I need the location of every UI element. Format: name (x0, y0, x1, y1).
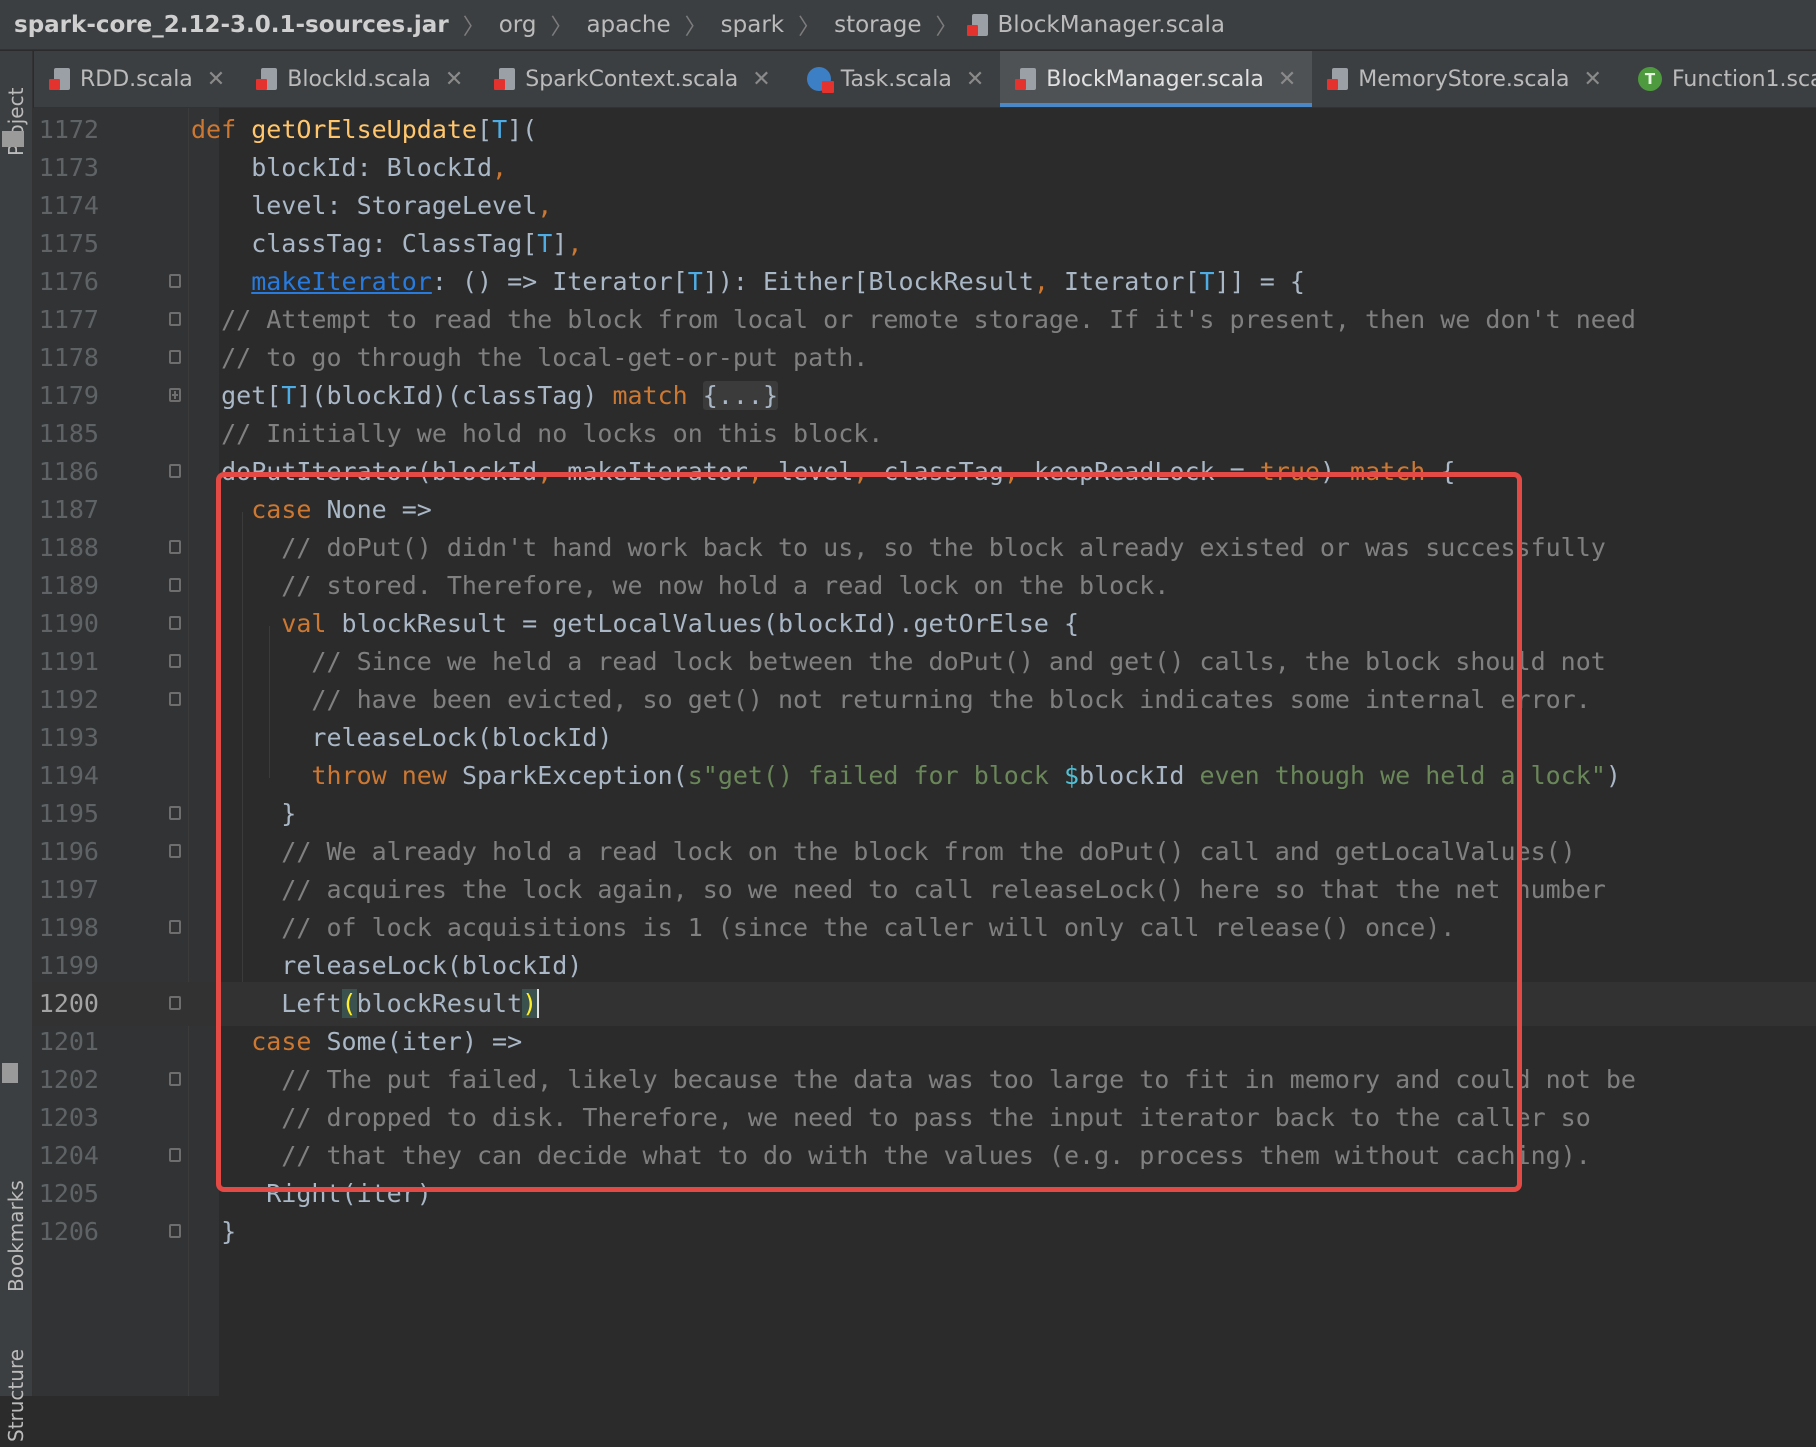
fold-marker-icon[interactable] (169, 692, 181, 706)
breadcrumb-spark[interactable]: spark (721, 12, 784, 38)
scala-file-icon (1015, 68, 1037, 90)
chevron-right-icon: 〉 (462, 14, 485, 40)
scala-file-icon (256, 68, 278, 90)
tab-task-scala[interactable]: Task.scala ✕ (787, 51, 1001, 107)
fold-marker-icon[interactable] (169, 844, 181, 858)
tab-blockmanager-scala[interactable]: BlockManager.scala ✕ (1000, 51, 1313, 107)
breadcrumb-file-label: BlockManager.scala (997, 11, 1225, 38)
fold-marker-icon[interactable] (169, 540, 181, 554)
fold-marker-icon[interactable] (169, 616, 181, 630)
tab-label: RDD.scala (80, 66, 193, 92)
tab-memorystore-scala[interactable]: MemoryStore.scala ✕ (1312, 51, 1618, 107)
structure-tool-button[interactable]: Structure (0, 1343, 32, 1447)
close-icon[interactable]: ✕ (966, 67, 984, 92)
code-text: } (191, 1217, 237, 1246)
tab-rdd-scala[interactable]: RDD.scala ✕ (34, 51, 241, 107)
bookmarks-tool-label: Bookmarks (4, 1180, 28, 1292)
close-icon[interactable]: ✕ (1584, 67, 1602, 92)
fold-marker-icon[interactable] (169, 1072, 181, 1086)
bookmark-icon (2, 1063, 18, 1083)
tab-sparkcontext-scala[interactable]: SparkContext.scala ✕ (479, 51, 786, 107)
fold-marker-icon[interactable] (169, 312, 181, 326)
fold-marker-icon[interactable] (169, 806, 181, 820)
fold-marker-icon[interactable] (169, 1224, 181, 1238)
fold-marker-icon[interactable] (169, 274, 181, 288)
breadcrumb-org[interactable]: org (499, 12, 537, 38)
close-icon[interactable]: ✕ (752, 67, 770, 92)
tab-label: BlockManager.scala (1046, 66, 1264, 92)
scala-file-icon (1327, 68, 1349, 90)
breadcrumb-apache[interactable]: apache (586, 12, 670, 38)
fold-marker-icon[interactable] (169, 920, 181, 934)
folded-region[interactable]: {...} (702, 381, 779, 410)
chevron-right-icon: 〉 (798, 14, 821, 40)
fold-marker-icon[interactable] (169, 350, 181, 364)
project-tool-button[interactable]: Project (0, 67, 32, 177)
close-icon[interactable]: ✕ (207, 67, 225, 92)
breadcrumb: spark-core_2.12-3.0.1-sources.jar 〉 org … (0, 0, 1816, 50)
scala-file-icon (494, 68, 516, 90)
tab-function1-scala[interactable]: T Function1.scala ✕ (1618, 51, 1816, 107)
breadcrumb-storage[interactable]: storage (834, 12, 921, 38)
chevron-right-icon: 〉 (550, 14, 573, 40)
fold-marker-icon[interactable] (169, 464, 181, 478)
close-icon[interactable]: ✕ (445, 67, 463, 92)
line-number: 1206 (38, 1217, 99, 1246)
chevron-right-icon: 〉 (684, 14, 707, 40)
bookmarks-tool-button[interactable]: Bookmarks (0, 1161, 32, 1311)
tab-blockid-scala[interactable]: BlockId.scala ✕ (241, 51, 479, 107)
highlight-annotation-box (216, 472, 1522, 1192)
tab-label: Task.scala (840, 66, 952, 92)
fold-marker-icon[interactable] (169, 654, 181, 668)
tab-label: BlockId.scala (287, 66, 431, 92)
code-line-1206[interactable]: 1206 } (33, 1210, 1816, 1254)
fold-marker-icon[interactable] (169, 996, 181, 1010)
folder-icon (2, 131, 24, 147)
expand-fold-icon[interactable] (169, 388, 181, 402)
scala-file-icon (49, 68, 70, 90)
structure-tool-label: Structure (4, 1348, 28, 1442)
trait-icon: T (1637, 67, 1662, 91)
close-icon[interactable]: ✕ (1278, 67, 1296, 92)
fold-marker-icon[interactable] (169, 1148, 181, 1162)
fold-marker-icon[interactable] (169, 578, 181, 592)
tab-label: Function1.scala (1671, 66, 1816, 92)
scala-class-icon (806, 67, 834, 93)
scala-file-icon (966, 13, 988, 36)
tool-window-strip: Project Bookmarks Structure (0, 51, 33, 1442)
chevron-right-icon: 〉 (935, 14, 958, 40)
tab-label: SparkContext.scala (525, 66, 739, 92)
breadcrumb-jar[interactable]: spark-core_2.12-3.0.1-sources.jar (14, 12, 449, 38)
tab-label: MemoryStore.scala (1358, 66, 1570, 92)
breadcrumb-file[interactable]: BlockManager.scala (966, 11, 1225, 38)
editor-tab-bar: RDD.scala ✕ BlockId.scala ✕ SparkContext… (34, 51, 1816, 108)
